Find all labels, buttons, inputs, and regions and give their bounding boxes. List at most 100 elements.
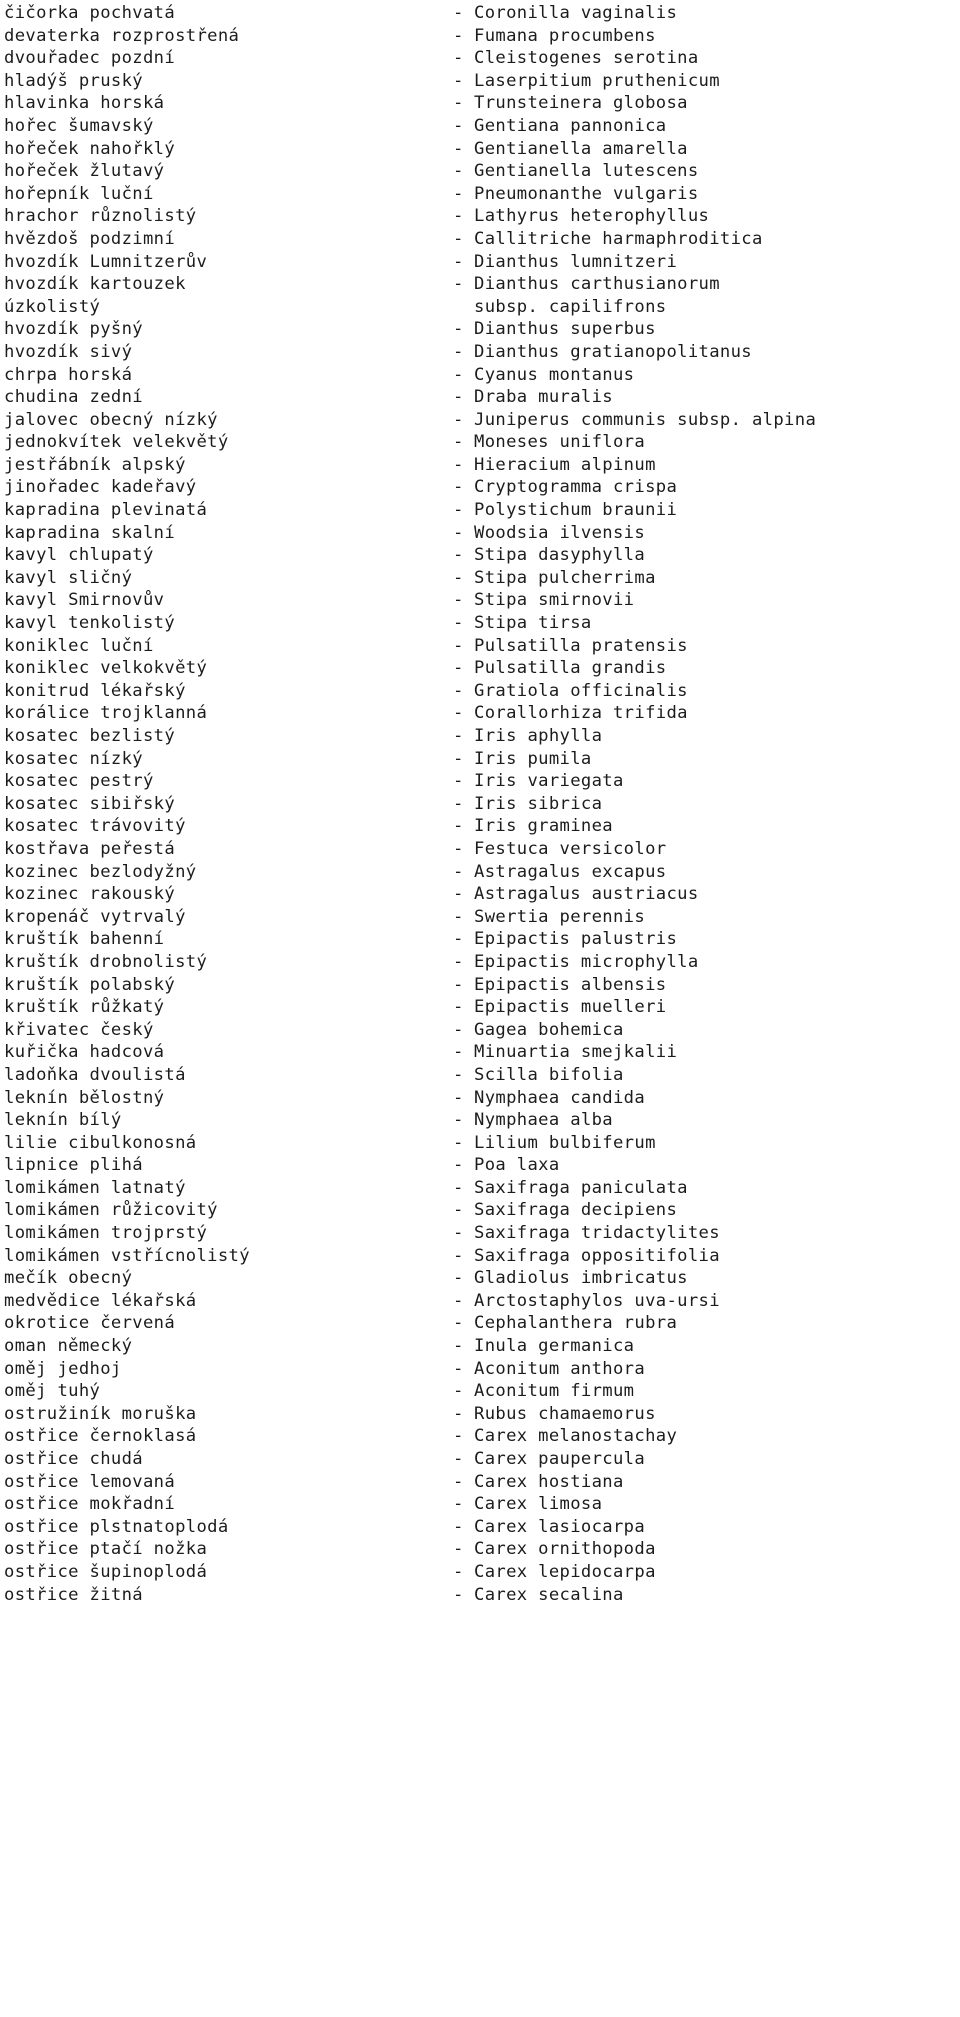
dash-separator: - — [453, 997, 464, 1018]
dash-separator: - — [453, 590, 464, 611]
latin-cell: - Nymphaea candida — [453, 1087, 645, 1110]
latin-cell: - Carex melanostachay — [453, 1425, 677, 1448]
latin-cell: - Arctostaphylos uva-ursi — [453, 1290, 720, 1313]
species-row: hořeček žlutavý - Gentianella lutescens — [4, 160, 960, 183]
czech-name: hořeček nahořklý — [4, 138, 176, 159]
latin-cell: - Carex ornithopoda — [453, 1538, 656, 1561]
latin-name: Carex lasiocarpa — [474, 1516, 646, 1537]
dash-separator: - — [453, 1403, 464, 1424]
species-row: oměj jedhoj - Aconitum anthora — [4, 1358, 960, 1381]
species-row: kosatec bezlistý - Iris aphylla — [4, 725, 960, 748]
latin-cell: - Saxifraga decipiens — [453, 1199, 677, 1222]
latin-name: Stipa tirsa — [474, 613, 592, 634]
species-row: hladýš pruský - Laserpitium pruthenicum — [4, 70, 960, 93]
czech-name: hořepník luční — [4, 183, 154, 204]
dash-separator: - — [453, 635, 464, 656]
dash-separator: - — [453, 70, 464, 91]
latin-cell: - Iris aphylla — [453, 725, 602, 748]
latin-name: Epipactis microphylla — [474, 951, 699, 972]
dash-separator: - — [453, 703, 464, 724]
latin-cell: - Woodsia ilvensis — [453, 522, 645, 545]
dash-separator: - — [453, 1110, 464, 1131]
species-row: kropenáč vytrvalý - Swertia perennis — [4, 906, 960, 929]
latin-name: Nymphaea candida — [474, 1087, 646, 1108]
latin-name: Rubus chamaemorus — [474, 1403, 656, 1424]
dash-separator: - — [453, 341, 464, 362]
dash-separator: - — [453, 522, 464, 543]
species-row: hvozdík pyšný - Dianthus superbus — [4, 318, 960, 341]
dash-separator: - — [453, 1494, 464, 1515]
czech-name: lomikámen vstřícnolistý — [4, 1245, 250, 1266]
czech-name: leknín bílý — [4, 1110, 122, 1131]
czech-name: ostružiník moruška — [4, 1403, 197, 1424]
czech-name: ostřice ptačí nožka — [4, 1539, 208, 1560]
latin-name: Iris aphylla — [474, 726, 603, 746]
latin-name: Gratiola officinalis — [474, 680, 688, 701]
czech-name: lomikámen trojprstý — [4, 1223, 208, 1244]
dash-separator: - — [453, 1561, 464, 1582]
latin-cell: - Aconitum firmum — [453, 1380, 634, 1403]
latin-cell: - Aconitum anthora — [453, 1358, 645, 1381]
czech-name: ostřice mokřadní — [4, 1494, 176, 1515]
dash-separator: - — [453, 658, 464, 679]
czech-name: hvozdík pyšný — [4, 319, 143, 340]
latin-cell: - Iris pumila — [453, 748, 592, 771]
czech-name: konitrud lékařský — [4, 680, 186, 701]
czech-name: hlavinka horská — [4, 93, 165, 114]
czech-name: medvědice lékařská — [4, 1290, 197, 1311]
czech-name: jinořadec kadeřavý — [4, 477, 197, 498]
latin-name: Callitriche harmaphroditica — [474, 228, 763, 249]
species-row: dvouřadec pozdní - Cleistogenes serotina — [4, 47, 960, 70]
czech-name: kuřička hadcová — [4, 1042, 165, 1063]
species-row: hořepník luční - Pneumonanthe vulgaris — [4, 183, 960, 206]
czech-name: kavyl Smirnovův — [4, 590, 165, 611]
latin-cell: - Gentianella lutescens — [453, 160, 699, 183]
species-row: lomikámen latnatý - Saxifraga paniculata — [4, 1177, 960, 1200]
species-row: kavyl tenkolistý - Stipa tirsa — [4, 612, 960, 635]
dash-separator: - — [453, 206, 464, 227]
latin-cell: - Epipactis palustris — [453, 928, 677, 951]
czech-name: kruštík polabský — [4, 974, 176, 995]
latin-name: Cyanus montanus — [474, 364, 635, 385]
dash-separator: - — [453, 793, 464, 814]
latin-name: Gentianella lutescens — [474, 161, 699, 182]
dash-separator: - — [453, 93, 464, 114]
latin-name: Gentianella amarella — [474, 138, 688, 159]
dash-separator: - — [453, 48, 464, 69]
latin-name: Stipa dasyphylla — [474, 545, 646, 566]
latin-name: Cephalanthera rubra — [474, 1313, 678, 1334]
czech-name: kapradina plevinatá — [4, 500, 208, 521]
species-row: kuřička hadcová - Minuartia smejkalii — [4, 1041, 960, 1064]
czech-name: ostřice lemovaná — [4, 1471, 176, 1492]
czech-name: kosatec pestrý — [4, 771, 154, 792]
species-row: mečík obecný - Gladiolus imbricatus — [4, 1267, 960, 1290]
latin-cell: - Gentiana pannonica — [453, 115, 666, 138]
latin-cell: - Pulsatilla pratensis — [453, 635, 688, 658]
latin-cell: - Inula germanica — [453, 1335, 634, 1358]
latin-cell: - Carex hostiana — [453, 1471, 624, 1494]
latin-cell: - Dianthus lumnitzeri — [453, 251, 677, 274]
dash-separator: - — [453, 1471, 464, 1492]
latin-name: Aconitum firmum — [474, 1381, 635, 1402]
latin-cell: - Draba muralis — [453, 386, 613, 409]
latin-name: Dianthus carthusianorum — [474, 274, 720, 295]
latin-cell: - Epipactis microphylla — [453, 951, 699, 974]
latin-name: Swertia perennis — [474, 906, 646, 927]
species-row: lipnice plihá - Poa laxa — [4, 1154, 960, 1177]
dash-separator: - — [453, 274, 464, 295]
latin-name: Polystichum braunii — [474, 500, 678, 521]
species-row: kruštík růžkatý - Epipactis muelleri — [4, 996, 960, 1019]
species-row: kruštík bahenní - Epipactis palustris — [4, 928, 960, 951]
latin-name: Festuca versicolor — [474, 838, 667, 859]
dash-separator: - — [453, 726, 464, 746]
dash-separator: - — [453, 838, 464, 859]
latin-name: Trunsteinera globosa — [474, 93, 688, 114]
latin-name: Astragalus excapus — [474, 861, 667, 882]
czech-name: úzkolistý — [4, 296, 101, 317]
dash-separator: - — [453, 454, 464, 475]
species-list: čičorka pochvatá - Coronilla vaginalis deva… — [4, 2, 960, 1606]
latin-name: Cryptogramma crispa — [474, 477, 678, 498]
dash-separator: - — [453, 1336, 464, 1357]
czech-name: kostřava peřestá — [4, 838, 176, 859]
latin-name: Iris graminea — [474, 816, 613, 837]
